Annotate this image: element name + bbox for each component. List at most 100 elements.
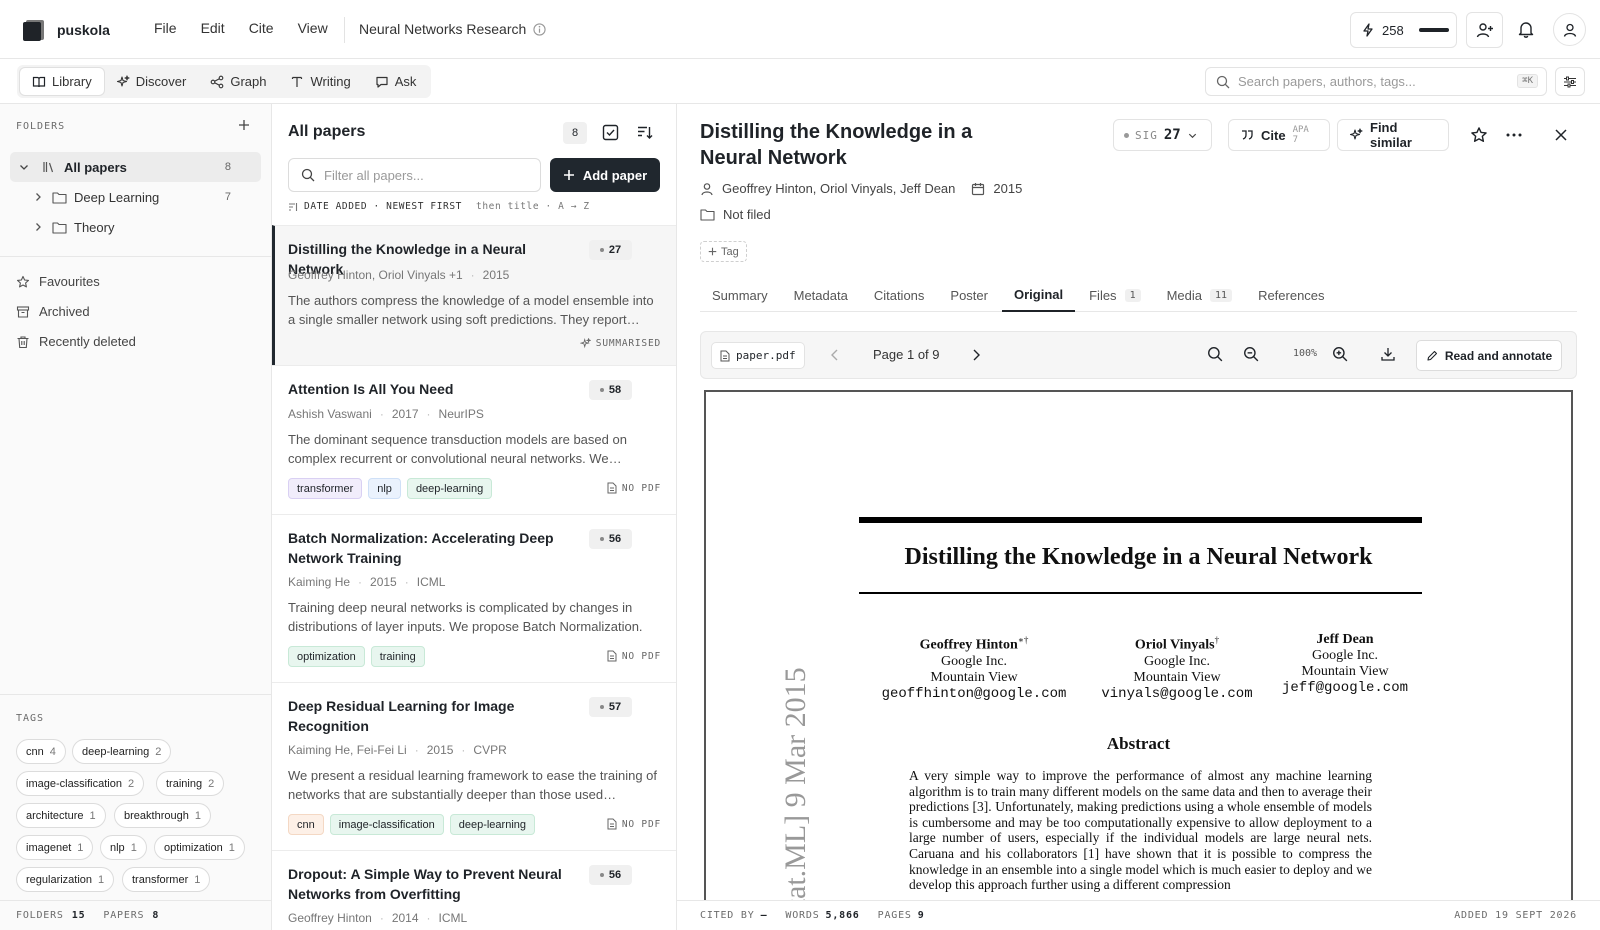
tag-chip[interactable]: optimization 1 xyxy=(154,835,245,860)
add-paper-button[interactable]: Add paper xyxy=(550,158,660,192)
tab-graph[interactable]: Graph xyxy=(198,68,278,95)
info-icon[interactable] xyxy=(533,22,546,36)
chevron-right-icon[interactable] xyxy=(32,221,44,233)
zoom-in-icon[interactable] xyxy=(1332,346,1348,362)
prev-page-icon[interactable] xyxy=(829,348,841,362)
zoom-out-icon[interactable] xyxy=(1243,346,1259,362)
close-icon[interactable] xyxy=(1554,128,1568,142)
folder-deep-learning[interactable]: Deep Learning 7 xyxy=(10,182,261,212)
tag-count: 1 xyxy=(130,841,137,854)
tab-files[interactable]: Files 1 xyxy=(1077,279,1152,312)
tag-chip[interactable]: cnn 4 xyxy=(16,739,66,764)
credits-meter[interactable]: 258 xyxy=(1350,12,1457,48)
chevron-down-icon[interactable] xyxy=(18,161,30,173)
tag-name: nlp xyxy=(110,841,125,854)
tab-library[interactable]: Library xyxy=(20,68,104,95)
paper-year: 2017 xyxy=(391,407,419,421)
tab-writing-label: Writing xyxy=(310,74,351,89)
pdf-page[interactable]: stat.ML] 9 Mar 2015 Distilling the Knowl… xyxy=(704,390,1573,900)
paper-list-item[interactable]: Attention Is All You Need 58 Ashish Vasw… xyxy=(272,365,676,514)
find-similar-button[interactable]: Find similar xyxy=(1337,119,1449,151)
tab-citations[interactable]: Citations xyxy=(862,279,937,312)
tab-poster[interactable]: Poster xyxy=(938,279,1000,312)
tag-chip[interactable]: image-classification xyxy=(329,814,444,835)
view-settings-button[interactable] xyxy=(1555,67,1585,96)
tag-chip[interactable]: transformer xyxy=(288,478,363,499)
pages-value: 9 xyxy=(917,910,925,921)
download-icon[interactable] xyxy=(1380,346,1396,362)
sort-description[interactable]: DATE ADDED · NEWEST FIRST then title · A… xyxy=(288,201,590,212)
star-icon[interactable] xyxy=(1470,126,1488,144)
tags-panel: TAGS cnn 4 deep-learning 2 image-classific… xyxy=(0,694,271,900)
tab-media[interactable]: Media 11 xyxy=(1155,279,1244,312)
trash-icon xyxy=(16,335,30,349)
tag-chip[interactable]: cnn xyxy=(288,814,324,835)
folder-theory[interactable]: Theory xyxy=(10,212,261,242)
cite-button[interactable]: Cite APA 7 xyxy=(1228,119,1330,151)
sort-primary: DATE ADDED · NEWEST FIRST xyxy=(304,201,462,212)
tag-chip[interactable]: nlp 1 xyxy=(100,835,147,860)
tab-metadata[interactable]: Metadata xyxy=(782,279,860,312)
tag-chip[interactable]: training xyxy=(370,646,425,667)
menu-file[interactable]: File xyxy=(154,20,177,36)
nav-favourites[interactable]: Favourites xyxy=(16,274,100,289)
paper-list-item[interactable]: Distilling the Knowledge in a Neural Net… xyxy=(272,225,676,365)
tag-chip[interactable]: transformer 1 xyxy=(122,867,211,892)
avatar[interactable] xyxy=(1553,13,1586,46)
tab-original[interactable]: Original xyxy=(1001,279,1076,312)
tag-chip[interactable]: deep-learning 2 xyxy=(72,739,172,764)
paper-list-item[interactable]: Batch Normalization: Accelerating Deep N… xyxy=(272,514,676,682)
tag-chip[interactable]: imagenet 1 xyxy=(16,835,94,860)
sort-icon[interactable] xyxy=(636,124,653,141)
next-page-icon[interactable] xyxy=(970,348,982,362)
tag-chip[interactable]: image-classification 2 xyxy=(16,771,145,796)
tag-chip[interactable]: deep-learning xyxy=(406,478,493,499)
filter-input[interactable]: Filter all papers... xyxy=(288,158,541,192)
tag-chip[interactable]: deep-learning xyxy=(449,814,536,835)
tab-discover[interactable]: Discover xyxy=(104,68,199,95)
tab-ask[interactable]: Ask xyxy=(363,68,429,95)
detail-folder-row[interactable]: Not filed xyxy=(700,207,771,222)
tag-chip[interactable]: architecture 1 xyxy=(16,803,106,828)
tab-count: 11 xyxy=(1210,289,1233,302)
tab-references[interactable]: References xyxy=(1246,279,1336,312)
add-folder-icon[interactable] xyxy=(237,118,251,132)
app-logo[interactable] xyxy=(22,18,46,42)
pdf-file-chip[interactable]: paper.pdf xyxy=(711,342,805,369)
search-icon[interactable] xyxy=(1207,346,1223,362)
tag-count: 2 xyxy=(155,745,162,758)
chevron-right-icon[interactable] xyxy=(32,191,44,203)
select-mode-icon[interactable] xyxy=(602,124,619,141)
folder-all-papers[interactable]: All papers 8 xyxy=(10,152,261,182)
paper-list-item[interactable]: Dropout: A Simple Way to Prevent Neural … xyxy=(272,850,676,930)
tag-count: 1 xyxy=(194,809,201,822)
tag-count: 2 xyxy=(208,777,215,790)
tag-chip[interactable]: training 2 xyxy=(156,771,225,796)
invite-user-button[interactable] xyxy=(1466,12,1503,48)
tag-chip[interactable]: nlp xyxy=(368,478,401,499)
tag-chip[interactable]: optimization xyxy=(288,646,365,667)
detail-authors[interactable]: Geoffrey Hinton, Oriol Vinyals, Jeff Dea… xyxy=(722,181,955,196)
paper-list-item[interactable]: Deep Residual Learning for Image Recogni… xyxy=(272,682,676,850)
tab-writing[interactable]: Writing xyxy=(278,68,362,95)
read-annotate-button[interactable]: Read and annotate xyxy=(1416,340,1562,371)
tag-chip[interactable]: breakthrough 1 xyxy=(114,803,211,828)
folders-count: 15 xyxy=(71,910,86,921)
add-tag-button[interactable]: Tag xyxy=(700,241,747,262)
nav-recently-deleted[interactable]: Recently deleted xyxy=(16,334,136,349)
tag-chip[interactable]: regularization 1 xyxy=(16,867,115,892)
bell-icon[interactable] xyxy=(1517,20,1535,38)
global-search[interactable]: Search papers, authors, tags... ⌘K xyxy=(1205,67,1547,96)
menu-view[interactable]: View xyxy=(298,20,328,36)
tab-summary[interactable]: Summary xyxy=(700,279,780,312)
menu-cite[interactable]: Cite xyxy=(249,20,274,36)
paper-status: NO PDF xyxy=(607,818,661,830)
nav-archived[interactable]: Archived xyxy=(16,304,90,319)
more-options-icon[interactable] xyxy=(1506,133,1522,137)
tag-name: optimization xyxy=(164,841,223,854)
project-selector[interactable]: Neural Networks Research xyxy=(359,21,546,37)
sidebar-footer: FOLDERS 15 PAPERS 8 xyxy=(0,900,271,930)
menu-edit[interactable]: Edit xyxy=(201,20,225,36)
user-icon xyxy=(1562,22,1578,38)
significance-selector[interactable]: SIG 27 xyxy=(1113,119,1212,151)
